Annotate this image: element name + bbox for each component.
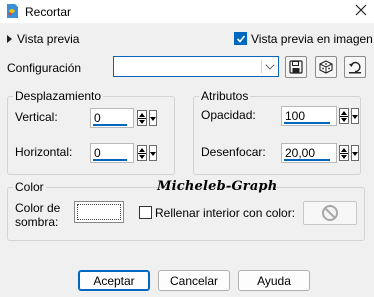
- preview-toggle-label: Vista previa: [17, 32, 80, 46]
- desenfocar-input[interactable]: 20,00: [281, 143, 337, 163]
- spinner-down-icon: [341, 155, 347, 159]
- horizontal-input[interactable]: 0: [90, 143, 134, 163]
- cancel-button[interactable]: Cancelar: [158, 270, 230, 291]
- dropdown-arrow-icon: [150, 117, 156, 121]
- shadow-color-swatch[interactable]: [74, 201, 124, 223]
- spinner-up-icon: [341, 148, 347, 152]
- vertical-value: 0: [94, 111, 101, 125]
- vertical-input[interactable]: 0: [90, 108, 134, 128]
- swatch-focus-ring: [77, 204, 121, 220]
- desenfocar-value: 20,00: [285, 146, 316, 160]
- horizontal-underline: [93, 159, 127, 161]
- vertical-underline: [93, 124, 127, 126]
- horizontal-value: 0: [94, 146, 101, 160]
- opacidad-underline: [284, 122, 330, 124]
- spinner-down-icon: [341, 118, 347, 122]
- dice-icon: [319, 60, 333, 74]
- horizontal-spinner[interactable]: [137, 145, 147, 161]
- reset-config-button[interactable]: [344, 56, 366, 78]
- spinner-down-icon: [139, 120, 145, 124]
- opacidad-input[interactable]: 100: [281, 106, 337, 126]
- paint-palette-icon: [5, 3, 19, 19]
- window-title: Recortar: [25, 5, 72, 19]
- opacidad-value: 100: [285, 109, 306, 123]
- spinner-divider: [340, 116, 348, 117]
- spinner-down-icon: [139, 155, 145, 159]
- spinner-up-icon: [139, 113, 145, 117]
- reset-icon: [349, 61, 361, 74]
- config-label: Configuración: [7, 61, 82, 75]
- horizontal-label: Horizontal:: [15, 145, 73, 159]
- atributos-title: Atributos: [199, 89, 251, 103]
- save-config-button[interactable]: [285, 56, 307, 78]
- dropdown-arrow-icon: [352, 115, 358, 119]
- spinner-divider: [138, 118, 146, 119]
- fill-color-swatch[interactable]: [303, 201, 357, 225]
- dropdown-arrow-icon: [150, 152, 156, 156]
- preview-in-image-checkbox[interactable]: [234, 32, 247, 45]
- spinner-divider: [340, 153, 348, 154]
- triangle-right-icon: [7, 35, 12, 43]
- no-symbol-icon: [322, 205, 338, 221]
- desenfocar-spinner[interactable]: [339, 145, 349, 161]
- watermark-text: Micheleb-Graph: [157, 179, 278, 194]
- shadow-color-label-line1: Color de: [15, 201, 61, 215]
- close-button[interactable]: [348, 0, 374, 24]
- preview-toggle[interactable]: Vista previa: [7, 30, 79, 48]
- chevron-down-icon: [265, 60, 275, 70]
- desenfocar-label: Desenfocar:: [201, 145, 266, 159]
- spinner-divider: [138, 153, 146, 154]
- dropdown-arrow-icon: [352, 152, 358, 156]
- vertical-spinner[interactable]: [137, 110, 147, 126]
- config-select-divider: [261, 60, 262, 73]
- checkmark-icon: [236, 34, 245, 43]
- opacidad-spinner[interactable]: [339, 108, 349, 124]
- opacidad-dropdown[interactable]: [351, 108, 359, 124]
- save-disk-icon: [289, 60, 303, 74]
- spinner-up-icon: [341, 111, 347, 115]
- color-title: Color: [13, 180, 46, 194]
- spinner-up-icon: [139, 148, 145, 152]
- desenfocar-dropdown[interactable]: [351, 145, 359, 161]
- desplazamiento-title: Desplazamiento: [13, 89, 104, 103]
- title-bar: Recortar: [0, 0, 374, 24]
- preview-in-image-label: Vista previa en imagen: [251, 32, 373, 46]
- vertical-label: Vertical:: [15, 110, 58, 124]
- shadow-color-label-line2: sombra:: [15, 215, 59, 229]
- help-button[interactable]: Ayuda: [238, 270, 310, 291]
- desenfocar-underline: [284, 159, 330, 161]
- random-config-button[interactable]: [315, 56, 337, 78]
- horizontal-dropdown[interactable]: [149, 145, 157, 161]
- ok-button[interactable]: Aceptar: [78, 270, 150, 291]
- vertical-dropdown[interactable]: [149, 110, 157, 126]
- fill-interior-label: Rellenar interior con color:: [155, 206, 296, 220]
- fill-interior-checkbox[interactable]: [139, 206, 152, 219]
- close-icon: [355, 3, 367, 21]
- opacidad-label: Opacidad:: [201, 108, 256, 122]
- config-select[interactable]: [113, 56, 279, 77]
